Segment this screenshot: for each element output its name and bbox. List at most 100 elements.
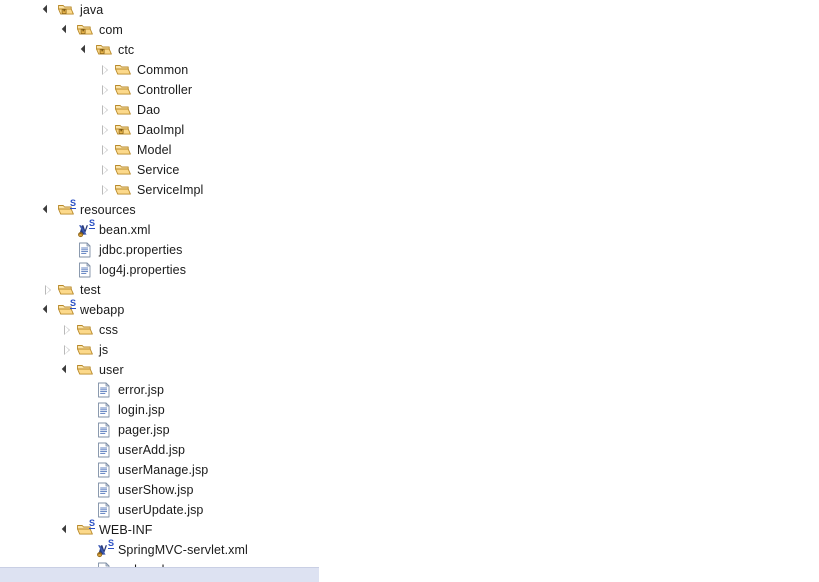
expand-triangle-icon[interactable] — [98, 180, 114, 200]
expand-triangle-icon[interactable] — [98, 100, 114, 120]
tree-row[interactable]: Common — [0, 60, 819, 80]
tree-row[interactable]: user — [0, 360, 819, 380]
collapse-triangle-icon[interactable] — [60, 360, 76, 380]
tree-row[interactable]: userUpdate.jsp — [0, 500, 819, 520]
tree-row[interactable]: S WEB-INF — [0, 518, 819, 540]
tree-row[interactable]: S SpringMVC-servlet.xml — [0, 538, 819, 560]
file-icon — [76, 241, 94, 259]
tree-item-label: ServiceImpl — [137, 183, 204, 197]
tree-row[interactable]: error.jsp — [0, 380, 819, 400]
spring-bean-xml-icon: S — [76, 218, 95, 239]
collapse-triangle-icon[interactable] — [41, 0, 57, 20]
expand-triangle-icon[interactable] — [41, 280, 57, 300]
collapse-triangle-icon[interactable] — [79, 40, 95, 60]
tree-item-label: Model — [137, 143, 172, 157]
tree-item-label: js — [99, 343, 109, 357]
tree-row[interactable]: Dao — [0, 100, 819, 120]
clipped-tree-row[interactable]: web.xml — [0, 560, 400, 567]
tree-item-label: user — [99, 363, 124, 377]
tree-row[interactable]: userAdd.jsp — [0, 440, 819, 460]
source-folder-icon: S — [76, 518, 95, 539]
tree-item-label: DaoImpl — [137, 123, 185, 137]
tree-row[interactable]: ServiceImpl — [0, 180, 819, 200]
folder-icon — [76, 361, 94, 379]
tree-item-label: userAdd.jsp — [118, 443, 186, 457]
tree-row[interactable]: Sbean.xml — [0, 218, 819, 240]
tree-item-label: SpringMVC-servlet.xml — [118, 543, 248, 557]
tree-item-label: WEB-INF — [99, 523, 153, 537]
tree-row[interactable]: test — [0, 280, 819, 300]
tree-row[interactable]: pager.jsp — [0, 420, 819, 440]
tree-item-label: test — [80, 283, 101, 297]
tree-row[interactable]: login.jsp — [0, 400, 819, 420]
folder-icon — [114, 81, 132, 99]
expand-triangle-icon[interactable] — [60, 340, 76, 360]
tree-item-label: Common — [137, 63, 189, 77]
folder-icon — [114, 181, 132, 199]
tree-row[interactable]: java — [0, 0, 819, 20]
tree-row[interactable]: Service — [0, 160, 819, 180]
expand-triangle-icon[interactable] — [98, 120, 114, 140]
expand-triangle-icon[interactable] — [98, 140, 114, 160]
package-folder-icon — [76, 21, 94, 39]
tree-item-label: web.xml — [117, 560, 165, 567]
project-explorer-tree[interactable]: java com ctc Common Controller Dao DaoImpl Mode… — [0, 0, 819, 560]
folder-icon — [57, 281, 75, 299]
tree-row[interactable]: jdbc.properties — [0, 240, 819, 260]
tree-row[interactable]: userShow.jsp — [0, 480, 819, 500]
tree-row[interactable]: userManage.jsp — [0, 460, 819, 480]
tree-item-label: bean.xml — [99, 223, 151, 237]
file-icon — [95, 481, 113, 499]
collapse-triangle-icon[interactable] — [60, 520, 76, 540]
tree-row[interactable]: web.xml — [0, 560, 400, 567]
package-folder-icon — [95, 41, 113, 59]
tree-item-label: log4j.properties — [99, 263, 187, 277]
collapse-triangle-icon[interactable] — [41, 200, 57, 220]
tree-item-label: error.jsp — [118, 383, 165, 397]
tree-item-label: Dao — [137, 103, 161, 117]
collapse-triangle-icon[interactable] — [60, 20, 76, 40]
tree-row[interactable]: Controller — [0, 80, 819, 100]
tree-row[interactable]: js — [0, 340, 819, 360]
tree-item-label: com — [99, 23, 123, 37]
source-folder-icon: S — [57, 199, 76, 219]
horizontal-scrollbar[interactable] — [0, 567, 319, 582]
source-badge-icon: S — [88, 518, 95, 529]
file-icon — [95, 461, 113, 479]
file-icon — [95, 381, 113, 399]
tree-row[interactable]: Sresources — [0, 199, 819, 220]
file-icon — [95, 441, 113, 459]
tree-item-label: css — [99, 323, 119, 337]
tree-row[interactable]: com — [0, 20, 819, 40]
tree-row[interactable]: css — [0, 320, 819, 340]
source-badge-icon: S — [107, 538, 114, 549]
expand-triangle-icon[interactable] — [98, 160, 114, 180]
tree-row[interactable]: DaoImpl — [0, 120, 819, 140]
expand-triangle-icon[interactable] — [98, 60, 114, 80]
tree-item-label: ctc — [118, 43, 135, 57]
tree-row[interactable]: ctc — [0, 40, 819, 60]
tree-item-label: userShow.jsp — [118, 483, 194, 497]
package-folder-icon — [57, 1, 75, 19]
file-icon — [95, 421, 113, 439]
expand-triangle-icon[interactable] — [98, 80, 114, 100]
folder-icon — [114, 101, 132, 119]
file-icon — [76, 261, 94, 279]
source-badge-icon: S — [88, 218, 95, 229]
tree-item-label: Service — [137, 163, 180, 177]
collapse-triangle-icon[interactable] — [41, 300, 57, 320]
folder-icon — [114, 61, 132, 79]
folder-icon — [114, 161, 132, 179]
tree-row[interactable]: Swebapp — [0, 298, 819, 320]
tree-row[interactable]: Model — [0, 140, 819, 160]
expand-triangle-icon[interactable] — [60, 320, 76, 340]
source-badge-icon: S — [69, 298, 76, 309]
tree-row[interactable]: log4j.properties — [0, 260, 819, 280]
